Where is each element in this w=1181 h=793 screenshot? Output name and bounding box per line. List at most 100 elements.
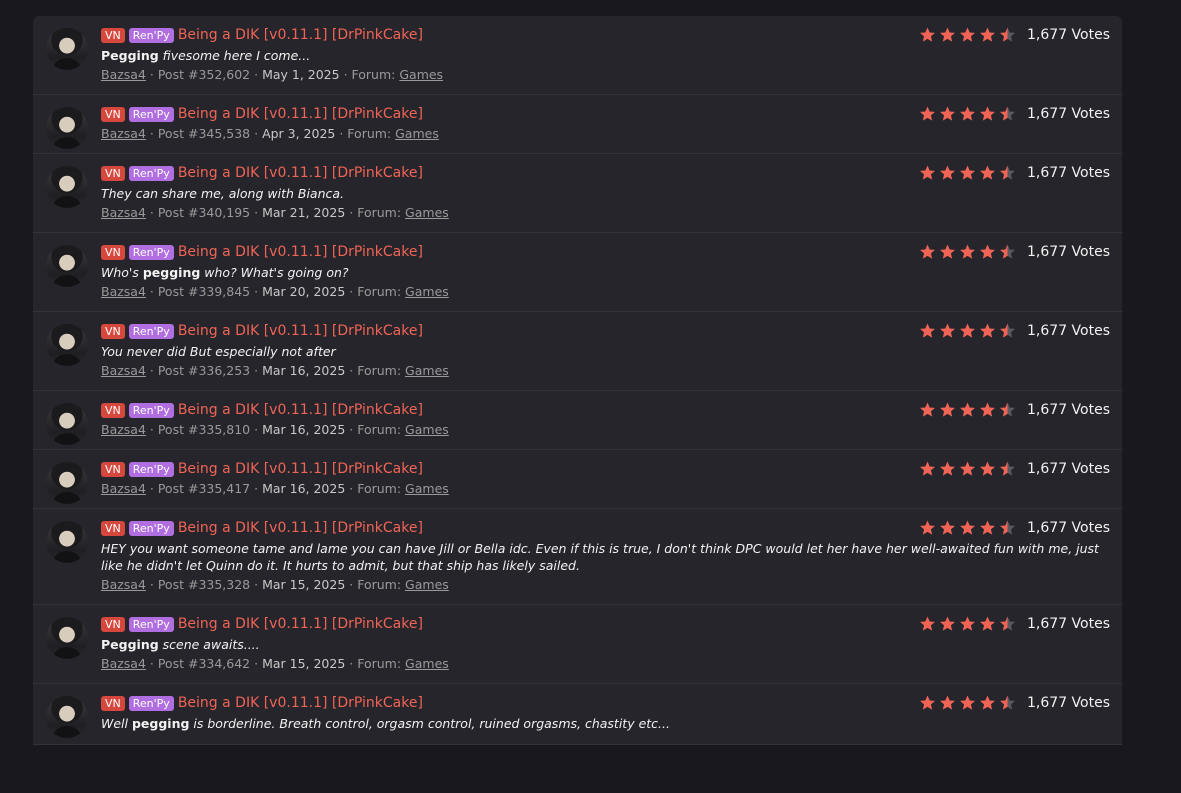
prefix-badge-vn[interactable]: VN [101, 323, 125, 339]
author-link[interactable]: Bazsa4 [101, 284, 146, 299]
rating-stars [918, 26, 1018, 44]
prefix-badge-renpy[interactable]: Ren'Py [128, 323, 174, 339]
author-link[interactable]: Bazsa4 [101, 363, 146, 378]
thread-title-link[interactable]: Being a DIK [v0.11.1] [DrPinkCake] [178, 244, 423, 260]
user-avatar-icon[interactable] [46, 166, 88, 208]
post-number: Post #335,328 [157, 577, 251, 592]
user-avatar-icon[interactable] [46, 107, 88, 149]
prefix-badge-renpy[interactable]: Ren'Py [128, 106, 174, 122]
prefix-badge-vn[interactable]: VN [101, 695, 125, 711]
user-avatar-icon[interactable] [46, 28, 88, 70]
result-meta: Bazsa4 · Post #335,417 · Mar 16, 2025 · … [101, 481, 1110, 496]
user-avatar-icon[interactable] [46, 403, 88, 445]
rating-stars [918, 401, 1018, 419]
star-icon [1000, 520, 1016, 535]
thread-title-link[interactable]: Being a DIK [v0.11.1] [DrPinkCake] [178, 402, 423, 418]
thread-title-link[interactable]: Being a DIK [v0.11.1] [DrPinkCake] [178, 695, 423, 711]
separator: · [250, 577, 263, 592]
star-icon [980, 323, 996, 338]
prefix-badge-vn[interactable]: VN [101, 461, 125, 477]
author-link[interactable]: Bazsa4 [101, 67, 146, 82]
forum-link[interactable]: Games [405, 577, 449, 592]
prefix-badge-renpy[interactable]: Ren'Py [128, 27, 174, 43]
star-icon [980, 106, 996, 121]
post-snippet: You never did But especially not after [101, 343, 1111, 360]
rating-stars [918, 243, 1018, 261]
forum-link[interactable]: Games [405, 481, 449, 496]
prefix-badge-renpy[interactable]: Ren'Py [128, 402, 174, 418]
snippet-text: You never did But especially not after [101, 344, 336, 359]
snippet-text: Who's [101, 265, 143, 280]
star-icon [980, 616, 996, 631]
author-link[interactable]: Bazsa4 [101, 126, 146, 141]
star-icon [920, 520, 936, 535]
prefix-badge-vn[interactable]: VN [101, 27, 125, 43]
author-link[interactable]: Bazsa4 [101, 422, 146, 437]
prefix-badge-vn[interactable]: VN [101, 165, 125, 181]
prefix-badge-renpy[interactable]: Ren'Py [128, 616, 174, 632]
author-link[interactable]: Bazsa4 [101, 656, 146, 671]
thread-title-link[interactable]: Being a DIK [v0.11.1] [DrPinkCake] [178, 323, 423, 339]
star-icon [940, 695, 956, 710]
forum-link[interactable]: Games [405, 422, 449, 437]
prefix-badge-renpy[interactable]: Ren'Py [128, 244, 174, 260]
author-link[interactable]: Bazsa4 [101, 481, 146, 496]
user-avatar-icon[interactable] [46, 245, 88, 287]
rating-stars [918, 105, 1018, 123]
thread-rating: 1,677 Votes [918, 105, 1110, 123]
highlighted-term: Pegging [101, 48, 159, 63]
prefix-badge-renpy[interactable]: Ren'Py [128, 165, 174, 181]
forum-link[interactable]: Games [405, 205, 449, 220]
post-number: Post #335,417 [157, 481, 251, 496]
user-avatar-icon[interactable] [46, 324, 88, 366]
prefix-badge-vn[interactable]: VN [101, 244, 125, 260]
forum-link[interactable]: Games [399, 67, 443, 82]
thread-title-link[interactable]: Being a DIK [v0.11.1] [DrPinkCake] [178, 27, 423, 43]
forum-link[interactable]: Games [405, 363, 449, 378]
separator: · [339, 67, 352, 82]
separator: · [145, 126, 158, 141]
star-icon [960, 323, 976, 338]
thread-title-link[interactable]: Being a DIK [v0.11.1] [DrPinkCake] [178, 165, 423, 181]
thread-title-link[interactable]: Being a DIK [v0.11.1] [DrPinkCake] [178, 616, 423, 632]
prefix-badge-renpy[interactable]: Ren'Py [128, 520, 174, 536]
star-icon [960, 616, 976, 631]
post-snippet: Pegging fivesome here I come... [101, 47, 1111, 64]
forum-label: Forum: [357, 422, 406, 437]
star-icon [980, 520, 996, 535]
user-avatar-icon[interactable] [46, 462, 88, 504]
thread-title-link[interactable]: Being a DIK [v0.11.1] [DrPinkCake] [178, 106, 423, 122]
thread-title-link[interactable]: Being a DIK [v0.11.1] [DrPinkCake] [178, 520, 423, 536]
user-avatar-icon[interactable] [46, 617, 88, 659]
author-link[interactable]: Bazsa4 [101, 205, 146, 220]
result-row: VN Ren'Py Being a DIK [v0.11.1] [DrPinkCak… [33, 684, 1122, 745]
forum-link[interactable]: Games [405, 284, 449, 299]
forum-link[interactable]: Games [395, 126, 439, 141]
vote-count: 1,677 Votes [1027, 106, 1110, 122]
prefix-badge-vn[interactable]: VN [101, 520, 125, 536]
prefix-badge-renpy[interactable]: Ren'Py [128, 695, 174, 711]
author-link[interactable]: Bazsa4 [101, 577, 146, 592]
thread-title-link[interactable]: Being a DIK [v0.11.1] [DrPinkCake] [178, 461, 423, 477]
result-row: VN Ren'Py Being a DIK [v0.11.1] [DrPinkCak… [33, 312, 1122, 391]
prefix-badge-vn[interactable]: VN [101, 106, 125, 122]
star-icon [940, 244, 956, 259]
separator: · [250, 481, 263, 496]
user-avatar-icon[interactable] [46, 521, 88, 563]
vote-count: 1,677 Votes [1027, 27, 1110, 43]
separator: · [345, 481, 358, 496]
result-meta: Bazsa4 · Post #345,538 · Apr 3, 2025 · F… [101, 126, 1110, 141]
post-number: Post #339,845 [157, 284, 251, 299]
star-icon [1000, 616, 1016, 631]
prefix-badge-vn[interactable]: VN [101, 616, 125, 632]
prefix-badge-vn[interactable]: VN [101, 402, 125, 418]
separator: · [335, 126, 348, 141]
snippet-text: is borderline. Breath control, orgasm co… [189, 716, 670, 731]
result-row: VN Ren'Py Being a DIK [v0.11.1] [DrPinkCak… [33, 509, 1122, 605]
user-avatar-icon[interactable] [46, 696, 88, 738]
snippet-text: who? What's going on? [200, 265, 349, 280]
rating-stars [918, 164, 1018, 182]
forum-link[interactable]: Games [405, 656, 449, 671]
star-icon [1000, 323, 1016, 338]
prefix-badge-renpy[interactable]: Ren'Py [128, 461, 174, 477]
